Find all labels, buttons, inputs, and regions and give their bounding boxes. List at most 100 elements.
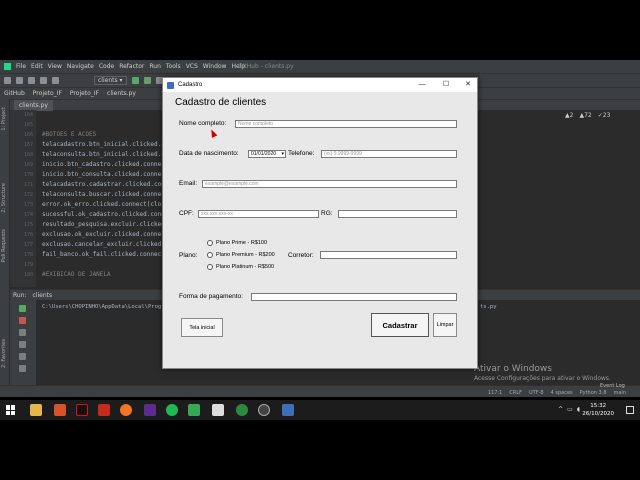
rg-label: RG:: [321, 210, 333, 217]
menu-item[interactable]: Edit: [31, 63, 43, 70]
close-button[interactable]: ✕: [457, 78, 479, 92]
line-number: 164: [23, 112, 33, 118]
plano-premium-label: Plano Premium - R$200: [216, 252, 275, 258]
telefone-input[interactable]: (xx) 9.9999-9999: [321, 150, 457, 158]
status-item[interactable]: UTF-8: [529, 390, 544, 396]
windows-start-icon[interactable]: [6, 405, 16, 415]
menu-item[interactable]: Run: [149, 63, 161, 70]
save-icon[interactable]: [16, 77, 23, 84]
left-tool-strip: 1: Project 2: Structure Pull Requests 2:…: [0, 99, 10, 385]
cpf-label: CPF:: [179, 210, 194, 217]
debug-icon[interactable]: [143, 77, 151, 84]
breadcrumb-item[interactable]: Projeto_IF: [70, 90, 99, 97]
limpar-button[interactable]: Limpar: [433, 313, 457, 337]
app-icon[interactable]: [188, 404, 200, 416]
status-item[interactable]: main: [614, 390, 627, 396]
print-icon[interactable]: [19, 353, 26, 360]
inspection-widget[interactable]: ▲2 ▲72 ✓23: [565, 112, 610, 119]
spotify-icon[interactable]: [166, 404, 178, 416]
pagamento-input[interactable]: [251, 293, 457, 301]
favorites-tool-tab[interactable]: 2: Favorites: [1, 339, 7, 368]
office-icon[interactable]: [54, 404, 66, 416]
github-icon[interactable]: [258, 404, 270, 416]
breadcrumb-item[interactable]: clients.py: [107, 90, 136, 97]
plano-prime-radio[interactable]: [207, 240, 213, 246]
plano-premium-radio[interactable]: [207, 252, 213, 258]
cadastrar-button[interactable]: Cadastrar: [371, 313, 429, 337]
clock-date: 26/10/2020: [582, 411, 614, 417]
open-folder-icon[interactable]: [4, 77, 11, 84]
sync-icon[interactable]: [28, 77, 35, 84]
menu-item[interactable]: Window: [203, 63, 227, 70]
notifications-icon[interactable]: [626, 406, 634, 414]
nome-input[interactable]: Nome completo: [235, 120, 457, 128]
minimize-button[interactable]: —: [411, 78, 433, 92]
network-icon[interactable]: ▭: [567, 406, 573, 413]
window-titlebar[interactable]: Cadastro — ☐ ✕: [163, 78, 477, 92]
nascimento-value: 01/01/2020: [251, 151, 277, 157]
menu-item[interactable]: Tools: [166, 63, 181, 70]
warning-count: ▲2: [565, 112, 574, 119]
run-config-label: clients: [98, 77, 118, 84]
menu-item[interactable]: Refactor: [119, 63, 144, 70]
watermark-title: Ativar o Windows: [474, 364, 552, 374]
taskbar-clock[interactable]: 15:32 26/10/2020: [582, 402, 614, 418]
netflix-icon[interactable]: [76, 404, 88, 416]
run-config-select[interactable]: clients ▾: [94, 76, 127, 85]
app-icon[interactable]: [236, 404, 248, 416]
structure-tool-tab[interactable]: 2: Structure: [1, 183, 7, 213]
trash-icon[interactable]: [19, 365, 26, 372]
plano-prime-label: Plano Prime - R$100: [216, 240, 268, 246]
menu-item[interactable]: Navigate: [67, 63, 94, 70]
status-item[interactable]: 117:1: [488, 390, 502, 396]
pull-requests-tool-tab[interactable]: Pull Requests: [1, 229, 7, 262]
chevron-down-icon[interactable]: ▾: [281, 151, 284, 157]
menu-item[interactable]: VCS: [186, 63, 198, 70]
menu-item[interactable]: View: [48, 63, 62, 70]
breadcrumb-item[interactable]: GitHub: [4, 90, 25, 97]
pycharm-icon[interactable]: [282, 404, 294, 416]
pycharm-logo-icon: [4, 63, 11, 70]
file-explorer-icon[interactable]: [30, 404, 42, 416]
app-icon[interactable]: [98, 404, 110, 416]
line-number-gutter: 164 165 166 167 168 169 170 171 172 173 174 175 176 1…: [10, 110, 36, 287]
python-app-icon: [167, 81, 174, 89]
status-item[interactable]: Python 3.8: [580, 390, 607, 396]
telefone-label: Telefone:: [288, 150, 315, 157]
system-tray[interactable]: ^ ▭ ◖: [558, 406, 580, 413]
menu-item[interactable]: Code: [99, 63, 114, 70]
menu-item[interactable]: File: [16, 63, 26, 70]
run-output-tail: ts.py: [480, 304, 497, 310]
status-item[interactable]: 4 spaces: [551, 390, 573, 396]
cpf-input[interactable]: xxx.xxx.xxx-xx: [198, 210, 319, 218]
crunchyroll-icon[interactable]: [120, 404, 132, 416]
line-number: 178: [23, 252, 33, 258]
media-icon[interactable]: [144, 404, 156, 416]
maximize-button[interactable]: ☐: [435, 78, 457, 92]
status-item[interactable]: CRLF: [509, 390, 522, 396]
line-number: 169: [23, 162, 33, 168]
editor-tab[interactable]: clients.py: [14, 99, 53, 111]
nascimento-date-picker[interactable]: 01/01/2020 ▾: [248, 150, 286, 158]
run-tab[interactable]: clients: [33, 292, 53, 299]
volume-icon[interactable]: ◖: [577, 406, 580, 413]
plano-platinum-radio[interactable]: [207, 264, 213, 270]
run-header-label: Run:: [13, 291, 27, 299]
tela-inicial-button[interactable]: Tela inicial: [181, 318, 223, 337]
app-icon[interactable]: [212, 404, 224, 416]
soft-wrap-icon[interactable]: [19, 341, 26, 348]
project-tool-tab[interactable]: 1: Project: [1, 107, 7, 131]
rerun-icon[interactable]: [19, 305, 26, 312]
corretor-input[interactable]: [320, 251, 457, 259]
breadcrumb-item[interactable]: Projeto_IF: [33, 90, 62, 97]
scroll-end-icon[interactable]: [19, 329, 26, 336]
stop-run-icon[interactable]: [19, 317, 26, 324]
rg-input[interactable]: [338, 210, 457, 218]
run-output-line: C:\Users\CHOPINHO\AppData\Local\Prog: [42, 304, 162, 310]
email-input[interactable]: example@example.com: [202, 180, 457, 188]
run-icon[interactable]: [131, 77, 139, 84]
chevron-up-icon[interactable]: ^: [558, 406, 563, 413]
pagamento-label: Forma de pagamento:: [179, 293, 243, 300]
forward-icon[interactable]: [52, 77, 59, 84]
back-icon[interactable]: [40, 77, 47, 84]
